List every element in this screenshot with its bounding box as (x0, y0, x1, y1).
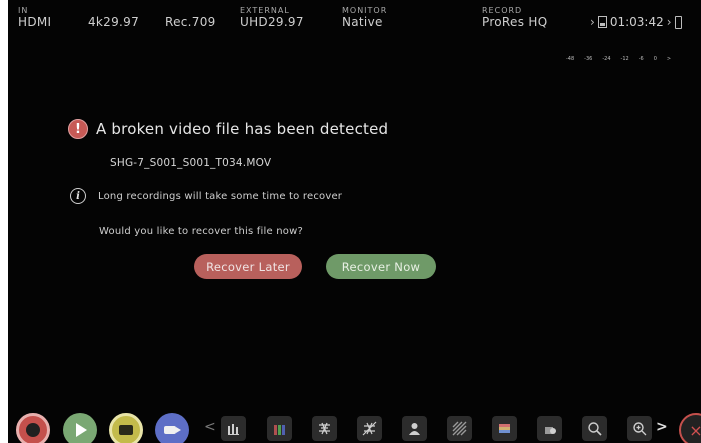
status-bar: IN HDMI 4k29.97 Rec.709 EXTERNAL UHD29.9… (8, 0, 701, 62)
camera-icon (164, 426, 181, 434)
frame-guides-icon (499, 424, 510, 433)
timecode-source-icon (597, 16, 607, 28)
recover-question: Would you like to recover this file now? (99, 226, 303, 237)
format-value: 4k29.97 (88, 15, 140, 29)
color-space-value: Rec.709 (165, 15, 216, 29)
false-color-button[interactable] (402, 416, 427, 441)
focus-peaking-icon (319, 422, 330, 435)
info-text: Long recordings will take some time to r… (98, 190, 343, 202)
record-caption: RECORD (482, 6, 523, 15)
zebra-icon (452, 421, 467, 436)
chevron-right-icon[interactable]: > (656, 419, 668, 435)
recover-now-button[interactable]: Recover Now (326, 254, 436, 279)
info-row: i Long recordings will take some time to… (70, 188, 342, 204)
chevron-left-icon[interactable]: < (204, 419, 216, 435)
timecode-display[interactable]: › 01:03:42 › (590, 15, 682, 29)
waveform-button[interactable] (221, 416, 246, 441)
external-caption: EXTERNAL (240, 6, 290, 15)
dialog-title-row: ! A broken video file has been detected (68, 119, 388, 139)
record-button[interactable] (16, 413, 50, 443)
lut-button[interactable] (537, 416, 562, 441)
info-icon: i (70, 188, 86, 204)
meter-tick: > (666, 56, 672, 62)
camera-button[interactable] (155, 413, 189, 443)
focus-peaking-button[interactable] (312, 416, 337, 441)
format-status[interactable]: 4k29.97 (88, 6, 139, 29)
monitor-value: Native (342, 15, 383, 29)
zoom-icon (588, 422, 602, 436)
external-status[interactable]: EXTERNAL UHD29.97 (240, 6, 304, 29)
input-status[interactable]: IN HDMI (18, 6, 51, 29)
record-status[interactable]: RECORD ProRes HQ (482, 6, 547, 29)
zebra-button[interactable] (447, 416, 472, 441)
zoom-button[interactable] (582, 416, 607, 441)
meter-tick: -36 (584, 56, 593, 62)
rgb-parade-icon (274, 425, 285, 435)
close-icon: × (689, 420, 701, 440)
monitor-caption: MONITOR (342, 6, 388, 15)
external-value: UHD29.97 (240, 15, 304, 29)
record-icon (26, 423, 40, 437)
monitor-status[interactable]: MONITOR Native (342, 6, 387, 29)
zoom-plus-icon (633, 422, 647, 436)
frame-guides-button[interactable] (492, 416, 517, 441)
focus-peaking-off-button[interactable] (357, 416, 382, 441)
record-value: ProRes HQ (482, 15, 548, 29)
meter-tick: -6 (638, 56, 644, 62)
play-icon (76, 423, 87, 437)
close-button[interactable]: × (679, 413, 701, 443)
recorder-screen: IN HDMI 4k29.97 Rec.709 EXTERNAL UHD29.9… (8, 0, 701, 443)
warning-icon: ! (68, 119, 88, 139)
meter-tick: -24 (602, 56, 611, 62)
chevron-right-icon: › (590, 15, 595, 29)
monitor-button[interactable] (109, 413, 143, 443)
input-value: HDMI (18, 15, 52, 29)
false-color-icon (409, 423, 420, 435)
timecode-value: 01:03:42 (609, 15, 664, 29)
waveform-icon (228, 424, 239, 435)
audio-meter-scale[interactable]: -48 -36 -24 -12 -6 0 > (566, 56, 671, 62)
battery-icon (674, 15, 682, 29)
bottom-toolbar: < > × (8, 404, 701, 443)
meter-tick: -12 (620, 56, 629, 62)
rgb-parade-button[interactable] (267, 416, 292, 441)
chevron-right-icon: › (666, 15, 672, 29)
play-button[interactable] (63, 413, 97, 443)
input-caption: IN (18, 6, 29, 15)
monitor-icon (119, 425, 133, 435)
lut-icon (545, 427, 556, 434)
broken-filename: SHG-7_S001_S001_T034.MOV (110, 157, 272, 169)
dialog-title: A broken video file has been detected (96, 120, 389, 138)
recover-later-button[interactable]: Recover Later (194, 254, 302, 279)
meter-tick: 0 (653, 56, 657, 62)
color-space-status[interactable]: Rec.709 (165, 6, 216, 29)
focus-peaking-off-icon (362, 421, 377, 436)
meter-tick: -48 (566, 56, 575, 62)
zoom-plus-button[interactable] (627, 416, 652, 441)
